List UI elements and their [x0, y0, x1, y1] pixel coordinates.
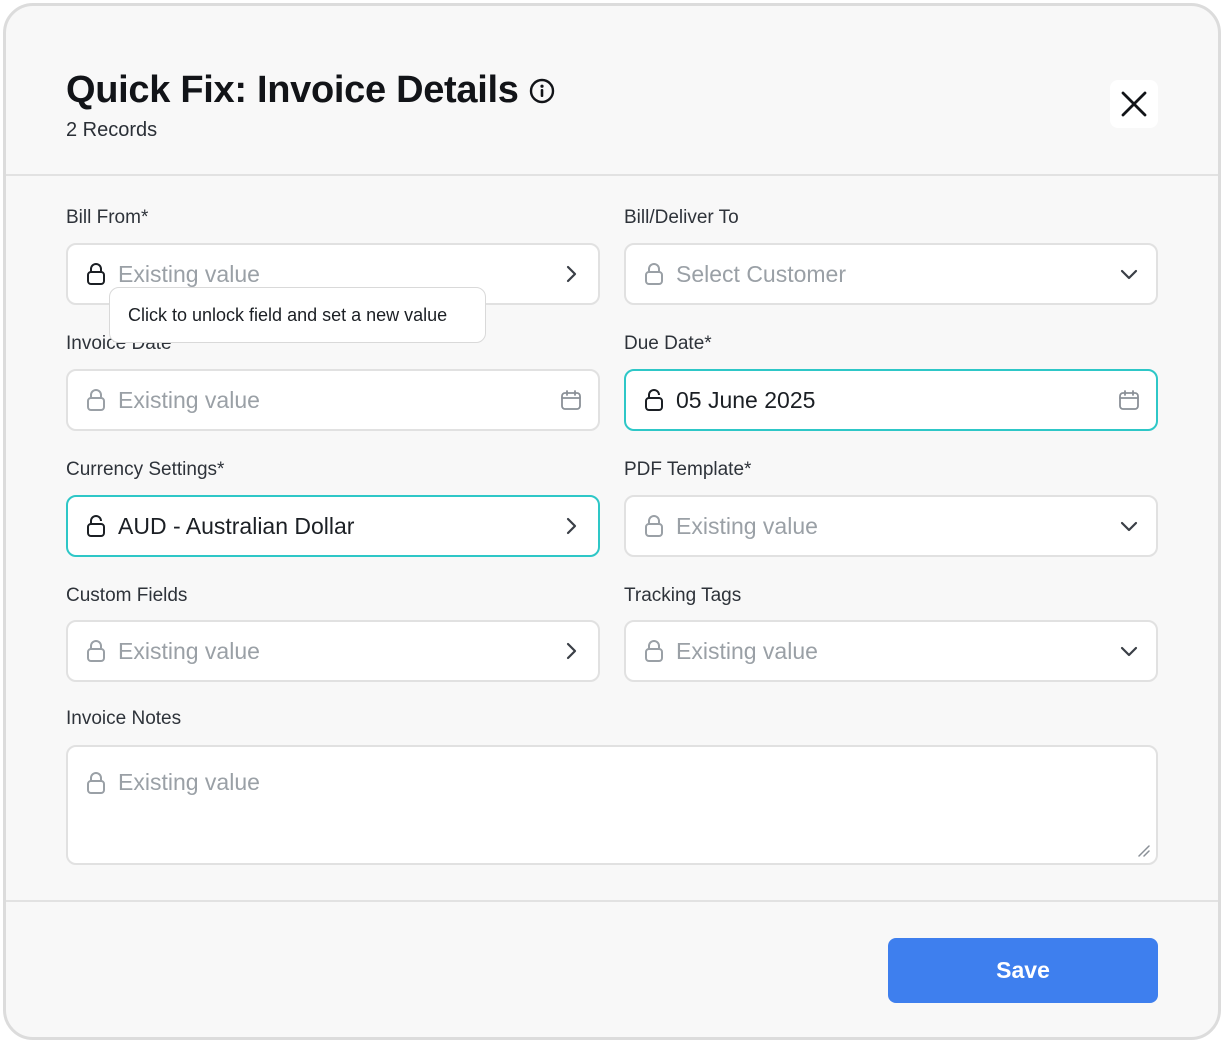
lock-icon[interactable]: [644, 262, 664, 286]
calendar-icon[interactable]: [560, 389, 582, 411]
lock-icon[interactable]: [644, 639, 664, 663]
custom-fields-value: Existing value: [118, 637, 260, 664]
due-date-value: 05 June 2025: [676, 386, 816, 413]
quick-fix-modal: Quick Fix: Invoice Details 2 Records Bil…: [3, 3, 1221, 1040]
bill-deliver-to-field[interactable]: Select Customer: [624, 243, 1158, 305]
resize-handle-icon[interactable]: [1136, 843, 1150, 857]
close-button[interactable]: [1110, 80, 1158, 128]
invoice-notes-textarea[interactable]: Existing value: [66, 745, 1158, 865]
lock-icon[interactable]: [86, 639, 106, 663]
bill-deliver-to-label: Bill/Deliver To: [624, 207, 739, 228]
tracking-tags-field[interactable]: Existing value: [624, 620, 1158, 682]
unlock-icon[interactable]: [644, 388, 664, 412]
lock-icon[interactable]: [86, 262, 106, 286]
lock-icon[interactable]: [86, 388, 106, 412]
tracking-tags-label: Tracking Tags: [624, 585, 742, 606]
pdf-template-label: PDF Template*: [624, 459, 752, 480]
bill-from-label: Bill From*: [66, 207, 149, 228]
title-text: Quick Fix: Invoice Details: [66, 69, 519, 111]
page-title: Quick Fix: Invoice Details: [66, 69, 555, 112]
invoice-notes-value: Existing value: [118, 769, 260, 795]
due-date-field[interactable]: 05 June 2025: [624, 369, 1158, 431]
invoice-date-field[interactable]: Existing value: [66, 369, 600, 431]
custom-fields-label: Custom Fields: [66, 585, 188, 606]
bill-deliver-to-value: Select Customer: [676, 260, 847, 287]
currency-settings-value: AUD - Australian Dollar: [118, 512, 355, 539]
unlock-icon[interactable]: [86, 514, 106, 538]
chevron-down-icon: [1120, 521, 1138, 532]
unlock-tooltip: Click to unlock field and set a new valu…: [109, 287, 486, 343]
chevron-right-icon: [566, 642, 577, 660]
invoice-date-value: Existing value: [118, 386, 260, 413]
custom-fields-field[interactable]: Existing value: [66, 620, 600, 682]
currency-settings-label: Currency Settings*: [66, 459, 225, 480]
due-date-label: Due Date*: [624, 333, 712, 354]
records-count: 2 Records: [66, 119, 158, 141]
chevron-right-icon: [566, 265, 577, 283]
currency-settings-field[interactable]: AUD - Australian Dollar: [66, 495, 600, 557]
close-icon: [1121, 91, 1147, 117]
pdf-template-value: Existing value: [676, 512, 818, 539]
chevron-right-icon: [566, 517, 577, 535]
chevron-down-icon: [1120, 269, 1138, 280]
invoice-notes-label: Invoice Notes: [66, 708, 182, 729]
info-circle-icon[interactable]: [529, 78, 555, 104]
lock-icon[interactable]: [644, 514, 664, 538]
bill-from-value: Existing value: [118, 260, 260, 287]
footer-divider: [6, 900, 1218, 902]
chevron-down-icon: [1120, 646, 1138, 657]
lock-icon[interactable]: [86, 771, 106, 795]
save-button[interactable]: Save: [888, 938, 1158, 1003]
modal-header: Quick Fix: Invoice Details 2 Records: [6, 6, 1218, 176]
pdf-template-field[interactable]: Existing value: [624, 495, 1158, 557]
tracking-tags-value: Existing value: [676, 637, 818, 664]
calendar-icon[interactable]: [1118, 389, 1140, 411]
